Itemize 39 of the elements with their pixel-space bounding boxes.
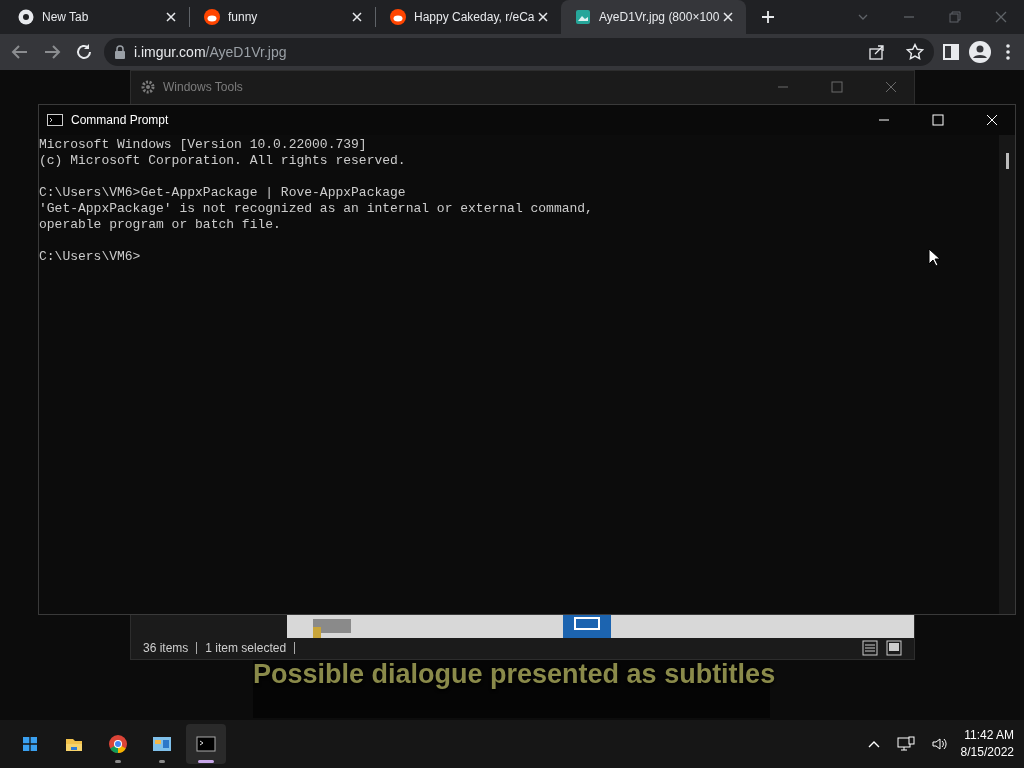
volume-icon[interactable]	[930, 736, 949, 752]
date-text[interactable]: 8/15/2022	[960, 744, 1014, 761]
time-text[interactable]: 11:42 AM	[960, 727, 1014, 744]
browser-tab[interactable]: funny	[190, 0, 375, 34]
reddit-icon	[390, 9, 406, 25]
side-panel-icon[interactable]	[942, 43, 960, 61]
console-line: C:\Users\VM6>Get-AppxPackage | Rove-AppxPackage	[39, 185, 406, 201]
window-title: Command Prompt	[71, 112, 169, 129]
new-tab-icon[interactable]	[760, 9, 776, 25]
maximize-icon[interactable]	[931, 113, 945, 127]
taskbar-button[interactable]	[186, 724, 226, 764]
chrome-icon	[18, 9, 34, 25]
address-bar[interactable]: i.imgur.com/AyeD1Vr.jpg	[104, 38, 934, 66]
share-icon[interactable]	[868, 43, 886, 61]
console-line: Microsoft Windows [Version 10.0.22000.739]	[39, 137, 367, 153]
details-view-icon[interactable]	[862, 640, 878, 656]
image-icon	[575, 9, 591, 25]
browser-tab[interactable]: New Tab	[4, 0, 189, 34]
window-title: Windows Tools	[163, 78, 243, 96]
console-line: 'Get-AppxPackage' is not recognized as an internal or external command,	[39, 201, 593, 217]
console-line: C:\Users\VM6>	[39, 249, 141, 265]
status-text: 36 items	[143, 640, 189, 657]
profile-icon[interactable]	[968, 40, 992, 64]
cursor-icon	[928, 248, 940, 266]
console-icon	[47, 114, 63, 126]
scrollbar[interactable]	[999, 135, 1015, 614]
star-icon[interactable]	[906, 43, 924, 61]
gear-icon	[141, 79, 155, 94]
lock-icon	[114, 45, 126, 59]
close-icon[interactable]	[985, 113, 999, 127]
reddit-icon	[204, 9, 220, 25]
chrome-icon	[106, 732, 130, 756]
browser-tab[interactable]: Happy Cakeday, r/eCa	[376, 0, 561, 34]
network-icon[interactable]	[896, 736, 915, 752]
tiles-view-icon[interactable]	[886, 640, 902, 656]
console-line: operable program or batch file.	[39, 217, 281, 233]
browser-tab[interactable]: AyeD1Vr.jpg (800×100	[561, 0, 746, 34]
console-line: (c) Microsoft Corporation. All rights reserved.	[39, 153, 406, 169]
url-text: i.imgur.com/AyeD1Vr.jpg	[134, 42, 287, 62]
